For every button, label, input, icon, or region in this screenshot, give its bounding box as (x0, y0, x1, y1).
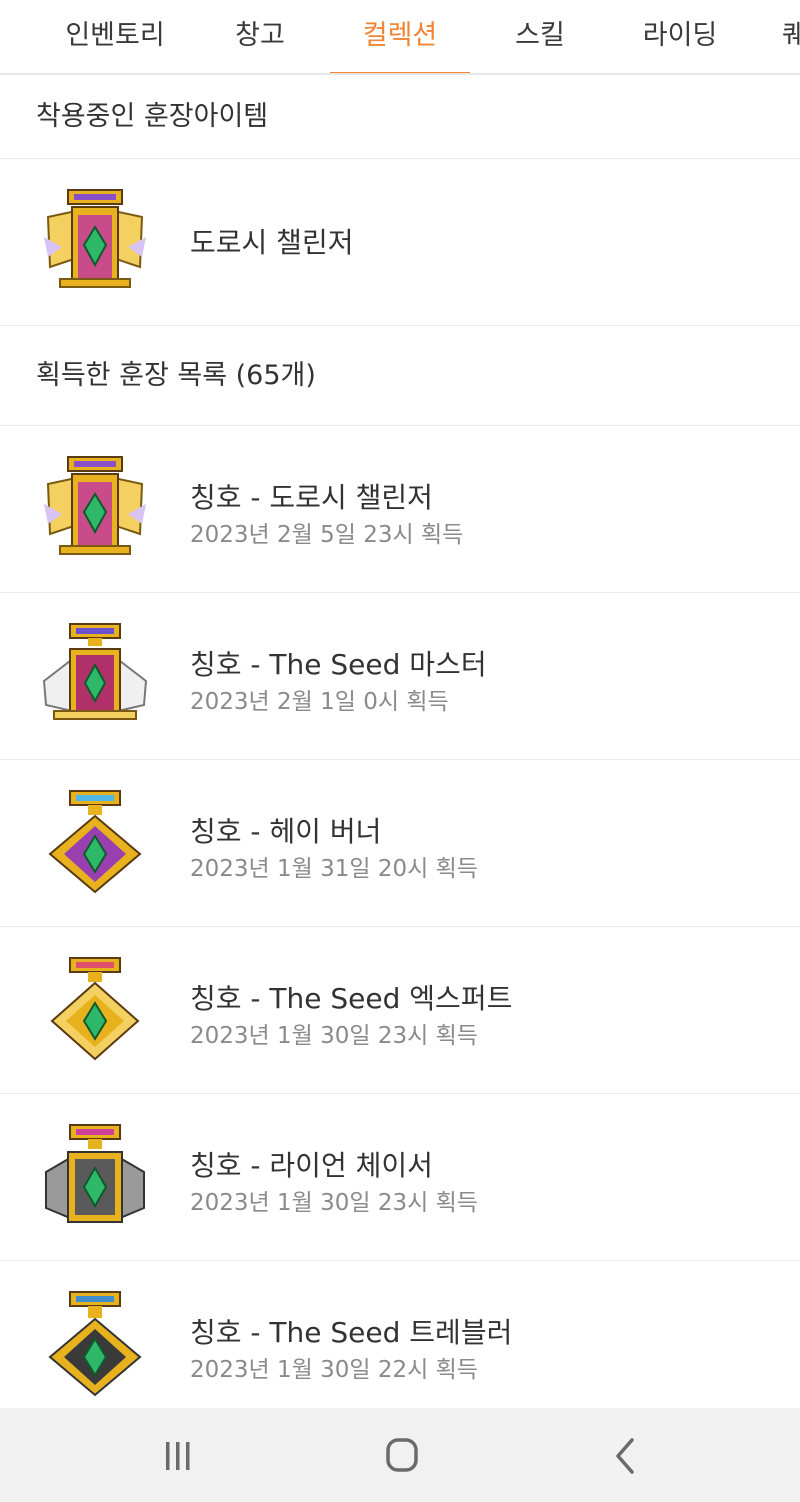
tab-label: 퀘 (782, 20, 800, 51)
equipped-section-header: 착용중인 훈장아이템 (0, 75, 800, 159)
medal-list-item[interactable]: 칭호 - The Seed 엑스퍼트 2023년 1월 30일 23시 획득 (0, 927, 800, 1094)
tab-label: 컬렉션 (362, 20, 438, 51)
lion-chaser-medal-icon (45, 1124, 145, 1223)
dorothy-challenger-medal-icon (44, 456, 146, 555)
medal-list-item[interactable]: 칭호 - 라이언 체이서 2023년 1월 30일 23시 획득 (0, 1094, 800, 1261)
tab-label: 스킬 (515, 20, 565, 51)
tab-inventory[interactable]: 인벤토리 (45, 0, 185, 73)
medal-title: 칭호 - 도로시 챌린저 (190, 481, 433, 514)
dorothy-challenger-medal-icon (44, 189, 146, 288)
back-icon[interactable] (596, 1428, 656, 1484)
seed-master-medal-icon (42, 623, 148, 720)
system-navigation-bar (0, 1408, 800, 1502)
medal-acquired-date: 2023년 1월 30일 23시 획득 (190, 1023, 478, 1049)
medal-acquired-date: 2023년 1월 30일 23시 획득 (190, 1190, 478, 1216)
hey-burner-medal-icon (48, 790, 142, 894)
tab-storage[interactable]: 창고 (190, 0, 330, 73)
tab-skill[interactable]: 스킬 (470, 0, 610, 73)
home-icon[interactable] (372, 1428, 432, 1484)
equipped-medal-row[interactable]: 도로시 챌린저 (0, 159, 800, 326)
tab-label: 창고 (235, 20, 285, 51)
medal-title: 칭호 - The Seed 마스터 (190, 648, 487, 681)
medal-acquired-date: 2023년 1월 31일 20시 획득 (190, 856, 478, 882)
medal-list-item[interactable]: 칭호 - The Seed 트레블러 2023년 1월 30일 22시 획득 (0, 1261, 800, 1408)
tab-label: 인벤토리 (65, 20, 165, 51)
tab-label: 라이딩 (642, 20, 718, 51)
medal-acquired-date: 2023년 2월 5일 23시 획득 (190, 522, 464, 548)
tab-quest[interactable]: 퀘 (750, 0, 800, 73)
medal-list-item[interactable]: 칭호 - 헤이 버너 2023년 1월 31일 20시 획득 (0, 760, 800, 927)
equipped-medal-name: 도로시 챌린저 (190, 226, 354, 259)
seed-traveler-medal-icon (48, 1291, 142, 1397)
medal-title: 칭호 - The Seed 트레블러 (190, 1316, 513, 1349)
recent-apps-icon[interactable] (148, 1428, 208, 1484)
tab-collection[interactable]: 컬렉션 (330, 0, 470, 73)
medal-acquired-date: 2023년 2월 1일 0시 획득 (190, 689, 449, 715)
medal-list-item[interactable]: 칭호 - 도로시 챌린저 2023년 2월 5일 23시 획득 (0, 426, 800, 593)
medal-title: 칭호 - The Seed 엑스퍼트 (190, 982, 513, 1015)
medal-list-item[interactable]: 칭호 - The Seed 마스터 2023년 2월 1일 0시 획득 (0, 593, 800, 760)
tab-bar: 인벤토리 창고 컬렉션 스킬 라이딩 퀘 (0, 0, 800, 75)
medal-title: 칭호 - 라이언 체이서 (190, 1149, 433, 1182)
seed-expert-medal-icon (50, 957, 140, 1061)
medal-title: 칭호 - 헤이 버너 (190, 815, 382, 848)
medal-acquired-date: 2023년 1월 30일 22시 획득 (190, 1357, 478, 1383)
tab-riding[interactable]: 라이딩 (610, 0, 750, 73)
acquired-section-header: 획득한 훈장 목록 (65개) (0, 326, 800, 426)
